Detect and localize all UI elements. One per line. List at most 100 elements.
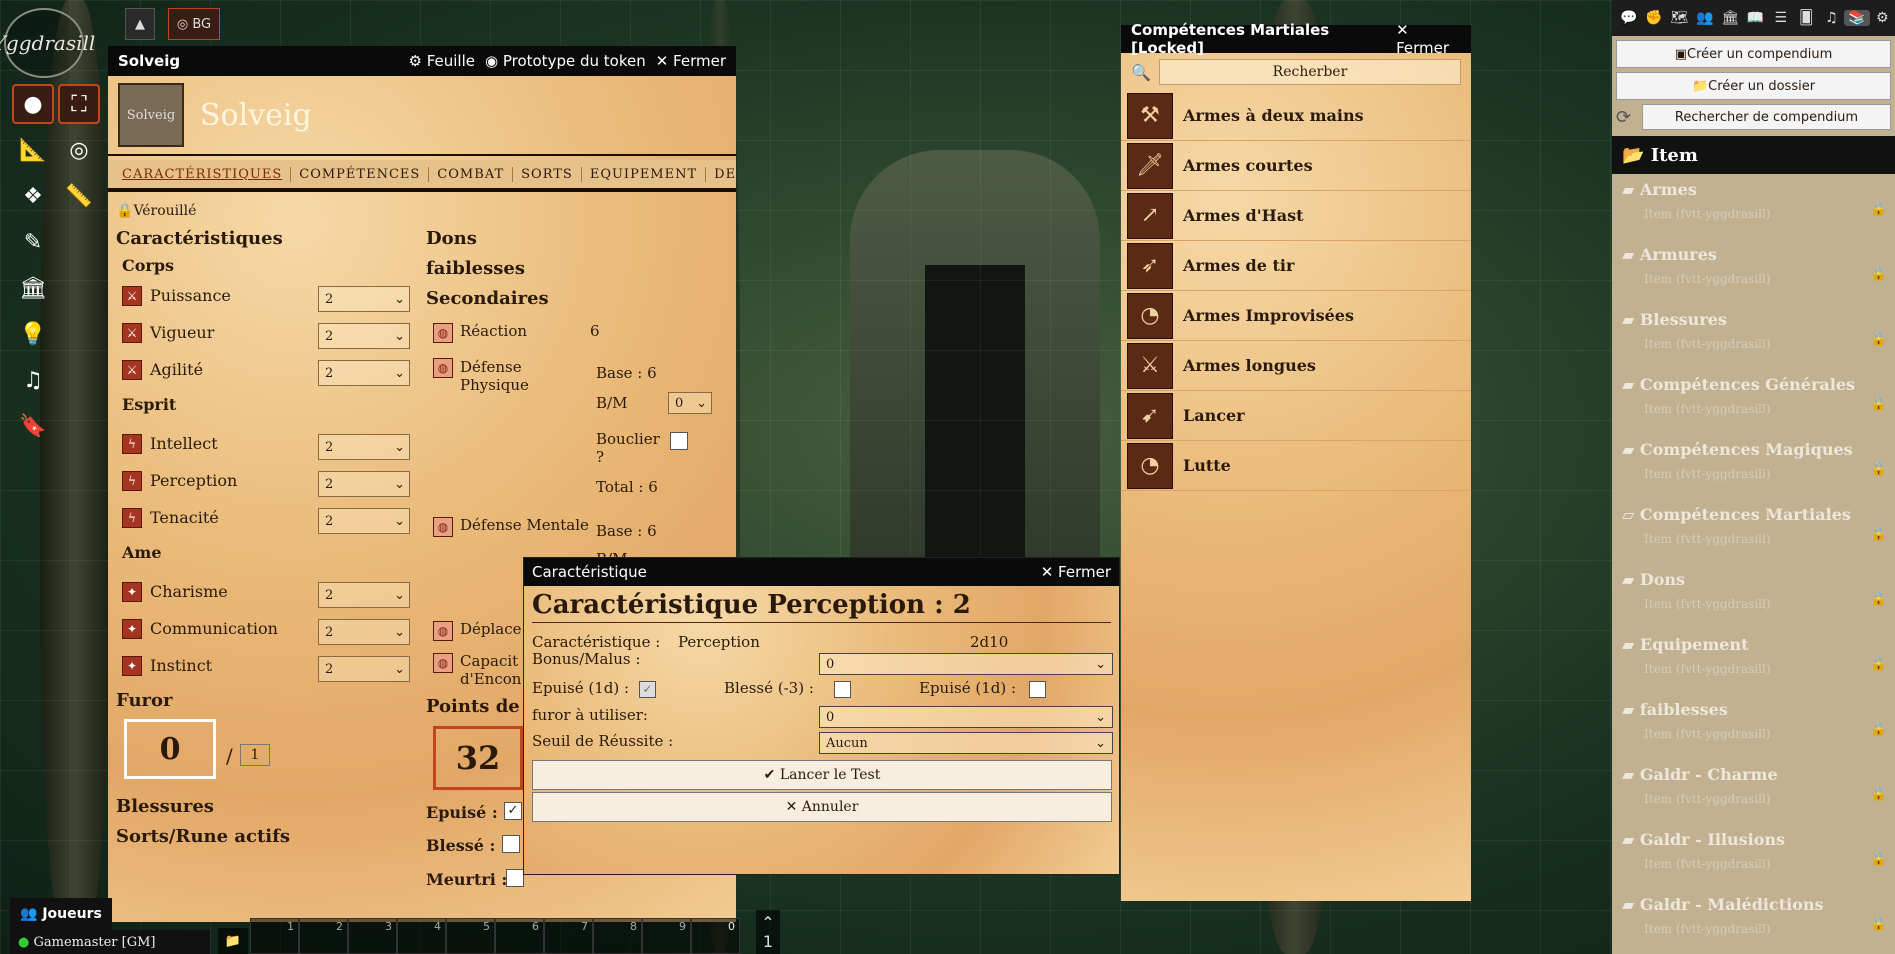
compendium-header[interactable]: Compétences Martiales [Locked] ✕ Fermer bbox=[1121, 21, 1471, 57]
perception-select[interactable]: 2 ⌄ bbox=[318, 471, 410, 497]
hotbar-slot[interactable]: 8 bbox=[593, 918, 642, 954]
chat-icon[interactable]: 💬 bbox=[1616, 10, 1641, 26]
blesse-3-checkbox[interactable] bbox=[834, 681, 851, 698]
tables-icon[interactable]: ☰ bbox=[1768, 10, 1793, 26]
notes-icon[interactable]: 🔖 bbox=[12, 406, 54, 446]
hotbar-slot[interactable]: 2 bbox=[299, 918, 348, 954]
tab-caracteristiques[interactable]: CARACTÉRISTIQUES bbox=[114, 166, 292, 182]
roll-vigueur-icon[interactable]: ⚔ bbox=[122, 323, 142, 343]
chevron-up-icon[interactable]: ⌃ bbox=[761, 913, 774, 932]
furor-max[interactable]: 1 bbox=[240, 744, 270, 766]
roll-defense-mentale-icon[interactable]: ◍ bbox=[433, 517, 453, 537]
sidebar-search-input[interactable]: Rechercher de compendium bbox=[1642, 104, 1891, 130]
player-gm[interactable]: ● Gamemaster [GM] bbox=[10, 930, 210, 954]
create-folder-button[interactable]: 📁 Créer un dossier bbox=[1616, 72, 1891, 100]
tab-description[interactable]: DESCRIPTION bbox=[706, 167, 736, 182]
hotbar-slot[interactable]: 4 bbox=[397, 918, 446, 954]
points-vie-value[interactable]: 32 bbox=[433, 726, 523, 790]
close-button[interactable]: ✕ Fermer bbox=[656, 52, 726, 70]
tenacite-select[interactable]: 2 ⌄ bbox=[318, 508, 410, 534]
roll-deplacement-icon[interactable]: ◍ bbox=[433, 621, 453, 641]
dialog-close-button[interactable]: ✕ Fermer bbox=[1041, 563, 1111, 581]
roll-agilite-icon[interactable]: ⚔ bbox=[122, 360, 142, 380]
sounds-icon[interactable]: ♫ bbox=[12, 360, 54, 400]
furor-use-select[interactable]: 0 ⌄ bbox=[819, 706, 1113, 728]
blesse-checkbox[interactable] bbox=[502, 835, 520, 853]
hotbar-slot[interactable]: 1 bbox=[250, 918, 299, 954]
list-item[interactable]: ▰ Armures Item (fvtt-yggdrasill) 🔒 bbox=[1612, 239, 1895, 304]
measure-icon[interactable]: 📐 bbox=[12, 130, 54, 170]
list-item[interactable]: ⚒ Armes à deux mains bbox=[1121, 91, 1471, 141]
character-sheet-header[interactable]: Solveig ⚙ Feuille ◉ Prototype du token ✕… bbox=[108, 46, 736, 76]
hotbar-page-control[interactable]: ⌃ 1 bbox=[756, 910, 780, 954]
drawing-icon[interactable]: ✎ bbox=[12, 222, 54, 262]
roll-intellect-icon[interactable]: ϟ bbox=[122, 434, 142, 454]
roll-puissance-icon[interactable]: ⚔ bbox=[122, 286, 142, 306]
roll-communication-icon[interactable]: ✦ bbox=[122, 619, 142, 639]
roll-defense-physique-icon[interactable]: ◍ bbox=[433, 358, 453, 378]
hotbar-slot[interactable]: 9 bbox=[642, 918, 691, 954]
target-icon[interactable]: ◎ bbox=[58, 130, 100, 170]
journal-icon[interactable]: 📖 bbox=[1743, 10, 1768, 26]
defense-physique-bm-select[interactable]: 0 ⌄ bbox=[668, 392, 712, 414]
compendium-tab-icon[interactable]: 📚 bbox=[1844, 10, 1870, 26]
refresh-icon[interactable]: ⟳ bbox=[1616, 107, 1642, 128]
cancel-button[interactable]: ✕ Annuler bbox=[532, 792, 1112, 822]
list-item[interactable]: ▱ Compétences Martiales Item (fvtt-yggdra… bbox=[1612, 499, 1895, 564]
list-item[interactable]: ▰ Galdr - Charme Item (fvtt-yggdrasill) 🔒 bbox=[1612, 759, 1895, 824]
furor-value[interactable]: 0 bbox=[124, 719, 216, 779]
players-toggle[interactable]: 👥 Joueurs bbox=[10, 898, 112, 930]
instinct-select[interactable]: 2 ⌄ bbox=[318, 656, 410, 682]
settings-icon[interactable]: ⚙ bbox=[1870, 10, 1895, 26]
roll-test-button[interactable]: ✔ Lancer le Test bbox=[532, 760, 1112, 790]
tab-equipement[interactable]: EQUIPEMENT bbox=[582, 166, 707, 182]
list-item[interactable]: ▰ Armes Item (fvtt-yggdrasill) 🔒 bbox=[1612, 174, 1895, 239]
list-item[interactable]: ▰ Compétences Magiques Item (fvtt-yggdras… bbox=[1612, 434, 1895, 499]
puissance-select[interactable]: 2 ⌄ bbox=[318, 286, 410, 312]
roll-charisme-icon[interactable]: ✦ bbox=[122, 582, 142, 602]
list-item[interactable]: ▰ Galdr - Illusions Item (fvtt-yggdrasill… bbox=[1612, 824, 1895, 889]
list-item[interactable]: ▰ Dons Item (fvtt-yggdrasill) 🔒 bbox=[1612, 564, 1895, 629]
bouclier-checkbox[interactable] bbox=[670, 432, 688, 450]
epuise-1d-checkbox-2[interactable] bbox=[1029, 681, 1046, 698]
seuil-select[interactable]: Aucun ⌄ bbox=[819, 732, 1113, 754]
tab-competences[interactable]: COMPÉTENCES bbox=[291, 166, 430, 182]
tiles-icon[interactable]: ❖ bbox=[12, 176, 54, 216]
items-icon[interactable]: 🏛 bbox=[1717, 10, 1742, 26]
intellect-select[interactable]: 2 ⌄ bbox=[318, 434, 410, 460]
compendium-search-input[interactable]: Recherber bbox=[1158, 59, 1461, 85]
hotbar-slot[interactable]: 3 bbox=[348, 918, 397, 954]
list-item[interactable]: ▰ Equipement Item (fvtt-yggdrasill) 🔒 bbox=[1612, 629, 1895, 694]
cards-icon[interactable]: 🂠 bbox=[1794, 10, 1819, 26]
create-compendium-button[interactable]: ▣ Créer un compendium bbox=[1616, 40, 1891, 68]
list-item[interactable]: ▰ Galdr - Malédictions Item (fvtt-yggdras… bbox=[1612, 889, 1895, 954]
list-item[interactable]: ➶ Armes de tir bbox=[1121, 241, 1471, 291]
communication-select[interactable]: 2 ⌄ bbox=[318, 619, 410, 645]
epuise-checkbox[interactable]: ✓ bbox=[504, 802, 522, 820]
list-item[interactable]: ▰ Compétences Générales Item (fvtt-yggdra… bbox=[1612, 369, 1895, 434]
list-item[interactable]: ◔ Armes Improvisées bbox=[1121, 291, 1471, 341]
tab-combat[interactable]: COMBAT bbox=[429, 166, 514, 182]
list-item[interactable]: ➹ Lancer bbox=[1121, 391, 1471, 441]
tab-sorts[interactable]: SORTS bbox=[513, 166, 582, 182]
roll-instinct-icon[interactable]: ✦ bbox=[122, 656, 142, 676]
playlists-icon[interactable]: ♫ bbox=[1819, 10, 1844, 26]
actors-icon[interactable]: 👥 bbox=[1692, 10, 1717, 26]
list-item[interactable]: ▰ faiblesses Item (fvtt-yggdrasill) 🔒 bbox=[1612, 694, 1895, 759]
sheet-config-button[interactable]: ⚙ Feuille bbox=[408, 52, 475, 70]
list-item[interactable]: ▰ Blessures Item (fvtt-yggdrasill) 🔒 bbox=[1612, 304, 1895, 369]
agilite-select[interactable]: 2 ⌄ bbox=[318, 360, 410, 386]
epuise-1d-checkbox[interactable]: ✓ bbox=[639, 681, 656, 698]
item-folder-header[interactable]: 📂 Item bbox=[1612, 136, 1895, 174]
list-item[interactable]: ↗ Armes d'Hast bbox=[1121, 191, 1471, 241]
roll-tenacite-icon[interactable]: ϟ bbox=[122, 508, 142, 528]
meurtri-checkbox[interactable] bbox=[506, 869, 524, 887]
token-controls-icon[interactable]: ● bbox=[12, 84, 54, 124]
roll-reaction-icon[interactable]: ◍ bbox=[433, 323, 453, 343]
list-item[interactable]: ◔ Lutte bbox=[1121, 441, 1471, 491]
select-fullscreen-icon[interactable]: ⛶ bbox=[58, 84, 100, 124]
avatar[interactable]: Solveig bbox=[118, 83, 184, 147]
collapse-navigation-button[interactable]: ▲ bbox=[125, 8, 155, 40]
list-item[interactable]: 🗡 Armes courtes bbox=[1121, 141, 1471, 191]
hotbar-slot[interactable]: 6 bbox=[495, 918, 544, 954]
